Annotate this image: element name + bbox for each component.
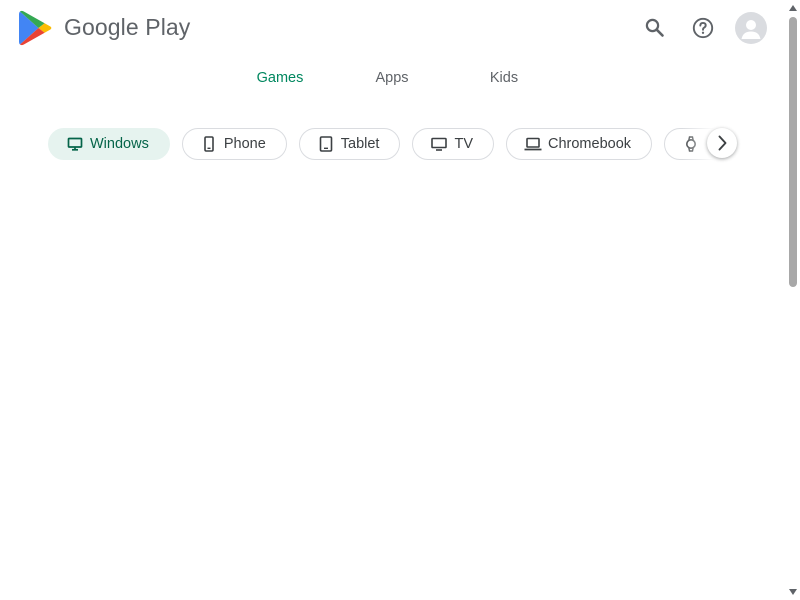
device-chip-list: Windows Phone Tablet TV Chromebook <box>48 128 737 160</box>
help-icon <box>692 17 714 39</box>
person-icon <box>741 20 761 39</box>
header-actions <box>623 12 767 44</box>
tablet-icon <box>317 135 335 153</box>
chip-chromebook[interactable]: Chromebook <box>506 128 653 160</box>
chips-scroll-right-button[interactable] <box>707 128 737 158</box>
category-tabs: Games Apps Kids <box>0 70 787 92</box>
chip-label: Windows <box>90 136 149 152</box>
search-icon <box>645 18 664 37</box>
help-button[interactable] <box>687 12 719 44</box>
chip-tv[interactable]: TV <box>412 128 494 160</box>
page-scrollbar[interactable] <box>787 0 800 600</box>
search-button[interactable] <box>639 12 671 44</box>
scroll-down-arrow-icon[interactable] <box>789 589 797 595</box>
account-avatar[interactable] <box>735 12 767 44</box>
tab-apps[interactable]: Apps <box>375 70 408 86</box>
logo-text: Google Play <box>64 13 191 40</box>
chip-phone[interactable]: Phone <box>181 128 287 160</box>
chip-windows[interactable]: Windows <box>48 128 170 160</box>
chip-label: Chromebook <box>548 136 632 152</box>
tab-kids[interactable]: Kids <box>490 70 518 86</box>
tv-icon <box>430 135 448 153</box>
scroll-up-arrow-icon[interactable] <box>789 5 797 11</box>
laptop-icon <box>524 135 542 153</box>
chip-label: Tablet <box>340 136 380 152</box>
chip-tablet[interactable]: Tablet <box>298 128 401 160</box>
chip-label: Phone <box>223 136 266 152</box>
page: Google Play Games Apps Kids Windows Phon… <box>0 0 800 600</box>
scrollbar-thumb[interactable] <box>789 17 797 287</box>
tab-games[interactable]: Games <box>257 70 304 86</box>
monitor-icon <box>66 135 84 153</box>
phone-icon <box>200 135 218 153</box>
chevron-right-icon <box>718 135 727 151</box>
top-bar: Google Play <box>0 0 787 56</box>
watch-icon <box>682 135 700 153</box>
google-play-logo[interactable]: Google Play <box>18 9 190 47</box>
device-filter: Windows Phone Tablet TV Chromebook <box>48 128 737 160</box>
play-logo-icon <box>19 10 52 46</box>
chip-label: TV <box>454 136 473 152</box>
